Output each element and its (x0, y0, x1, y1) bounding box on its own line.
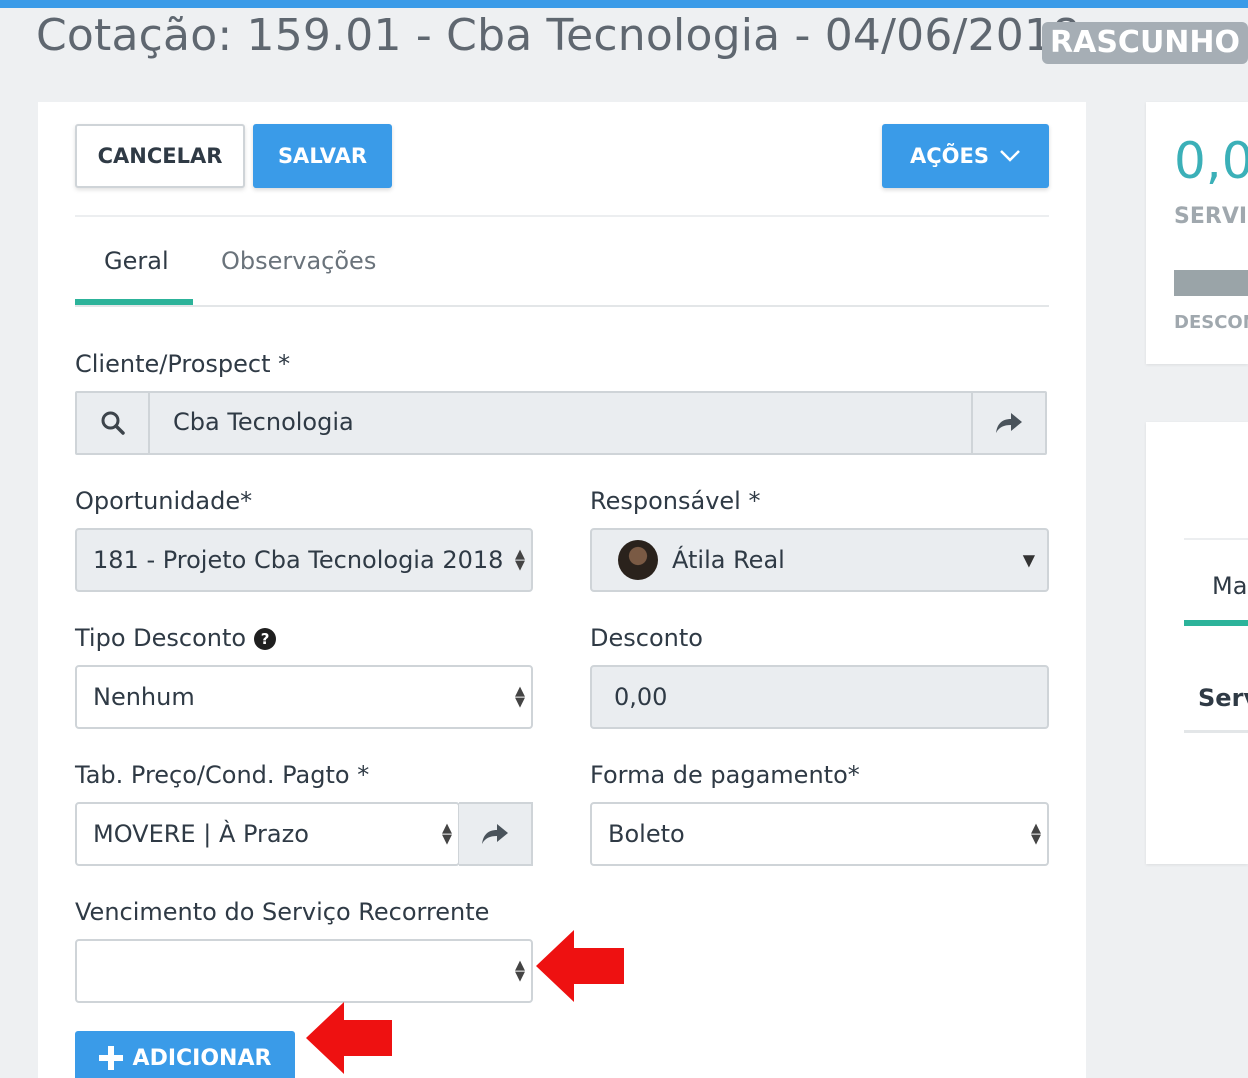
responsible-value: Átila Real (672, 546, 785, 574)
cancel-button[interactable]: CANCELAR (75, 124, 245, 188)
annotation-arrow-icon (536, 930, 624, 1002)
page-title: Cotação: 159.01 - Cba Tecnologia - 04/06… (36, 10, 1111, 61)
tab-geral[interactable]: Geral (104, 247, 169, 275)
recurring-due-label: Vencimento do Serviço Recorrente (75, 898, 490, 926)
discount-type-label-text: Tipo Desconto (75, 624, 247, 652)
select-arrows-icon: ▲ ▼ (515, 958, 525, 984)
toolbar-divider (75, 215, 1049, 217)
responsible-label: Responsável * (590, 487, 761, 515)
discount-label: Desconto (590, 624, 703, 652)
summary-card: 0,0 SERVI DESCON (1146, 102, 1248, 364)
payment-method-value: Boleto (608, 820, 685, 848)
tabs-divider (75, 305, 1049, 307)
client-label: Cliente/Prospect * (75, 350, 291, 378)
discount-type-value: Nenhum (93, 683, 195, 711)
client-input[interactable]: Cba Tecnologia (173, 408, 354, 436)
status-badge: RASCUNHO (1042, 22, 1248, 64)
price-table-value: MOVERE | À Prazo (93, 820, 309, 848)
client-field: Cba Tecnologia (75, 391, 1047, 455)
summary-value: 0,0 (1174, 132, 1248, 190)
summary-bar (1174, 270, 1248, 296)
items-tab[interactable]: Ma (1212, 572, 1247, 600)
share-arrow-icon[interactable] (459, 802, 533, 866)
select-arrows-icon: ▲ ▼ (515, 684, 525, 710)
share-arrow-icon[interactable] (971, 393, 1045, 453)
price-table-label: Tab. Preço/Cond. Pagto * (75, 761, 370, 789)
discount-summary-label: DESCON (1174, 312, 1248, 333)
add-button[interactable]: ADICIONAR (75, 1031, 295, 1078)
items-card: Ma Serv (1146, 422, 1248, 864)
avatar (618, 540, 658, 580)
items-column-header: Serv (1198, 684, 1248, 712)
actions-dropdown-button[interactable]: AÇÕES (882, 124, 1049, 188)
actions-label: AÇÕES (910, 144, 989, 168)
payment-method-select[interactable]: Boleto ▲ ▼ (590, 802, 1049, 866)
recurring-due-select[interactable]: ▲ ▼ (75, 939, 533, 1003)
help-icon[interactable]: ? (254, 628, 277, 650)
select-arrows-icon: ▲ ▼ (442, 821, 452, 847)
tab-observacoes[interactable]: Observações (221, 247, 376, 275)
opportunity-select[interactable]: 181 - Projeto Cba Tecnologia 2018 ▲ ▼ (75, 528, 533, 592)
select-arrows-icon: ▲ ▼ (1031, 821, 1041, 847)
top-accent-bar (0, 0, 1248, 8)
responsible-select[interactable]: Átila Real ▼ (590, 528, 1049, 592)
opportunity-value: 181 - Projeto Cba Tecnologia 2018 (93, 546, 504, 574)
discount-type-label: Tipo Desconto? (75, 624, 277, 652)
annotation-arrow-icon (306, 1002, 392, 1074)
items-card-divider (1184, 538, 1248, 540)
price-table-select[interactable]: MOVERE | À Prazo ▲ ▼ (75, 802, 460, 866)
add-button-label: ADICIONAR (132, 1045, 272, 1071)
payment-method-label: Forma de pagamento* (590, 761, 860, 789)
plus-icon (98, 1046, 123, 1070)
save-button[interactable]: SALVAR (253, 124, 392, 188)
discount-type-select[interactable]: Nenhum ▲ ▼ (75, 665, 533, 729)
items-header-divider (1184, 730, 1248, 733)
select-arrows-icon: ▲ ▼ (515, 547, 525, 573)
search-icon[interactable] (77, 393, 150, 453)
opportunity-label: Oportunidade* (75, 487, 253, 515)
discount-input[interactable]: 0,00 (590, 665, 1049, 729)
chevron-down-icon (1000, 150, 1020, 162)
items-tab-indicator (1184, 620, 1248, 626)
caret-down-icon: ▼ (1022, 550, 1035, 570)
summary-label: SERVI (1174, 204, 1248, 229)
discount-value: 0,00 (614, 683, 668, 711)
